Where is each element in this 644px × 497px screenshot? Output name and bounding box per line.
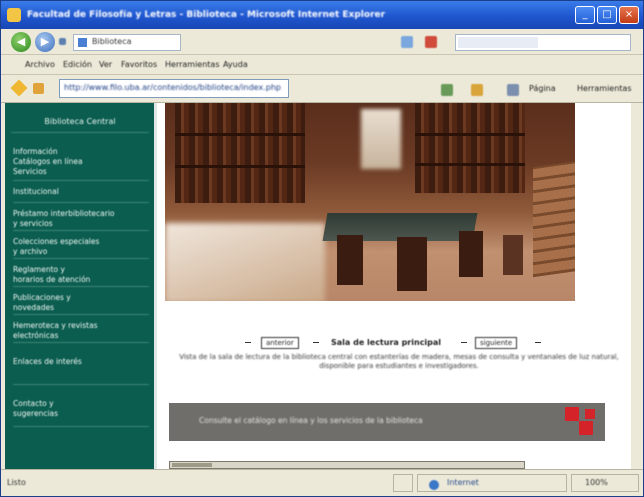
sidebar-item-institucional[interactable]: Institucional xyxy=(13,187,149,203)
window-light xyxy=(361,109,401,169)
status-zone-segment xyxy=(417,474,567,492)
favorites-star-icon[interactable] xyxy=(10,79,28,97)
chair xyxy=(459,231,483,277)
sidebar-nav: Biblioteca Central Información Catálogos… xyxy=(5,103,157,469)
floor-light xyxy=(165,223,325,301)
scrollbar-thumb[interactable] xyxy=(172,463,212,467)
dash-decoration xyxy=(313,342,319,343)
address-url: http://www.filo.uba.ar/contenidos/biblio… xyxy=(64,83,281,92)
chair xyxy=(503,235,523,275)
tools-menu-button[interactable]: Herramientas xyxy=(577,81,632,97)
stop-icon[interactable] xyxy=(425,36,437,48)
maximize-button[interactable]: □ xyxy=(597,6,617,24)
shelf-board xyxy=(175,133,305,136)
menu-favoritos[interactable]: Favoritos xyxy=(121,59,157,71)
shelf-board xyxy=(415,163,525,166)
institution-logo-icon xyxy=(565,407,601,437)
prev-photo-button[interactable]: anterior xyxy=(261,337,299,349)
globe-icon xyxy=(429,480,439,490)
chair xyxy=(397,237,427,291)
horizontal-scrollbar[interactable] xyxy=(169,461,525,469)
address-input[interactable]: http://www.filo.uba.ar/contenidos/biblio… xyxy=(59,79,289,98)
history-dropdown-icon[interactable] xyxy=(59,38,66,45)
favicon-icon xyxy=(78,38,87,47)
title-bar[interactable]: Facultad de Filosofía y Letras - Bibliot… xyxy=(1,1,643,29)
home-icon[interactable] xyxy=(441,84,453,96)
add-favorites-icon[interactable] xyxy=(33,83,44,94)
minimize-button[interactable]: _ xyxy=(575,6,595,24)
menu-bar: Archivo Edición Ver Favoritos Herramient… xyxy=(1,55,643,75)
photo-navigation: anterior Sala de lectura principal sigui… xyxy=(245,336,545,350)
menu-edicion[interactable]: Edición xyxy=(63,59,92,71)
sidebar-item-colecciones[interactable]: Colecciones especiales y archivo xyxy=(13,237,149,259)
sidebar-header: Biblioteca Central xyxy=(11,111,149,133)
shelf-board xyxy=(175,165,305,168)
forward-button[interactable]: ▶ xyxy=(35,32,55,52)
browser-window: Facultad de Filosofía y Letras - Bibliot… xyxy=(0,0,644,497)
sidebar-item-informacion[interactable]: Información Catálogos en línea Servicios xyxy=(13,147,149,181)
dash-decoration xyxy=(461,342,467,343)
menu-ver[interactable]: Ver xyxy=(99,59,112,71)
status-bar: Listo Internet 100% xyxy=(1,469,643,496)
chair xyxy=(337,235,363,285)
browser-tab[interactable]: Biblioteca xyxy=(73,34,181,51)
sidebar-item-reglamento[interactable]: Reglamento y horarios de atención xyxy=(13,265,149,287)
page-content: Biblioteca Central Información Catálogos… xyxy=(5,103,631,469)
refresh-icon[interactable] xyxy=(401,36,413,48)
banner-text: Consulte el catálogo en línea y los serv… xyxy=(199,416,423,425)
ie-logo-icon xyxy=(7,8,21,22)
library-photo xyxy=(165,103,575,301)
search-input-placeholder-area xyxy=(458,37,538,48)
print-icon[interactable] xyxy=(507,84,519,96)
next-photo-button[interactable]: siguiente xyxy=(475,337,518,349)
feeds-icon[interactable] xyxy=(471,84,483,96)
dash-decoration xyxy=(245,342,251,343)
sidebar-item-prestamo[interactable]: Préstamo interbibliotecario y servicios xyxy=(13,209,149,231)
address-bar: http://www.filo.uba.ar/contenidos/biblio… xyxy=(1,75,643,103)
shelf-board xyxy=(415,133,525,136)
sidebar-item-publicaciones[interactable]: Publicaciones y novedades xyxy=(13,293,149,315)
security-zone: Internet xyxy=(447,478,479,487)
sidebar-item-enlaces[interactable]: Enlaces de interés xyxy=(13,357,149,385)
menu-archivo[interactable]: Archivo xyxy=(25,59,55,71)
search-input[interactable] xyxy=(455,34,631,51)
bookshelf-left xyxy=(175,103,305,203)
sidebar-item-hemeroteca[interactable]: Hemeroteca y revistas electrónicas xyxy=(13,321,149,343)
dash-decoration xyxy=(535,342,541,343)
info-banner[interactable]: Consulte el catálogo en línea y los serv… xyxy=(169,403,605,441)
photo-description: Vista de la sala de lectura de la biblio… xyxy=(179,353,619,370)
menu-ayuda[interactable]: Ayuda xyxy=(223,59,248,71)
back-button[interactable]: ◀ xyxy=(11,32,31,52)
page-menu-button[interactable]: Página xyxy=(529,81,556,97)
navigation-bar: ◀ ▶ Biblioteca xyxy=(1,29,643,55)
close-button[interactable]: × xyxy=(619,6,639,24)
tab-label: Biblioteca xyxy=(92,37,132,46)
status-segment xyxy=(393,474,413,492)
menu-herramientas[interactable]: Herramientas xyxy=(165,59,220,71)
status-text: Listo xyxy=(7,478,26,487)
sidebar-item-contacto[interactable]: Contacto y sugerencias xyxy=(13,399,149,427)
photo-title: Sala de lectura principal xyxy=(331,338,442,347)
zoom-level[interactable]: 100% xyxy=(585,478,608,487)
bookshelf-right xyxy=(415,103,525,193)
window-title: Facultad de Filosofía y Letras - Bibliot… xyxy=(27,10,386,20)
bookshelf-foreground xyxy=(533,158,575,278)
